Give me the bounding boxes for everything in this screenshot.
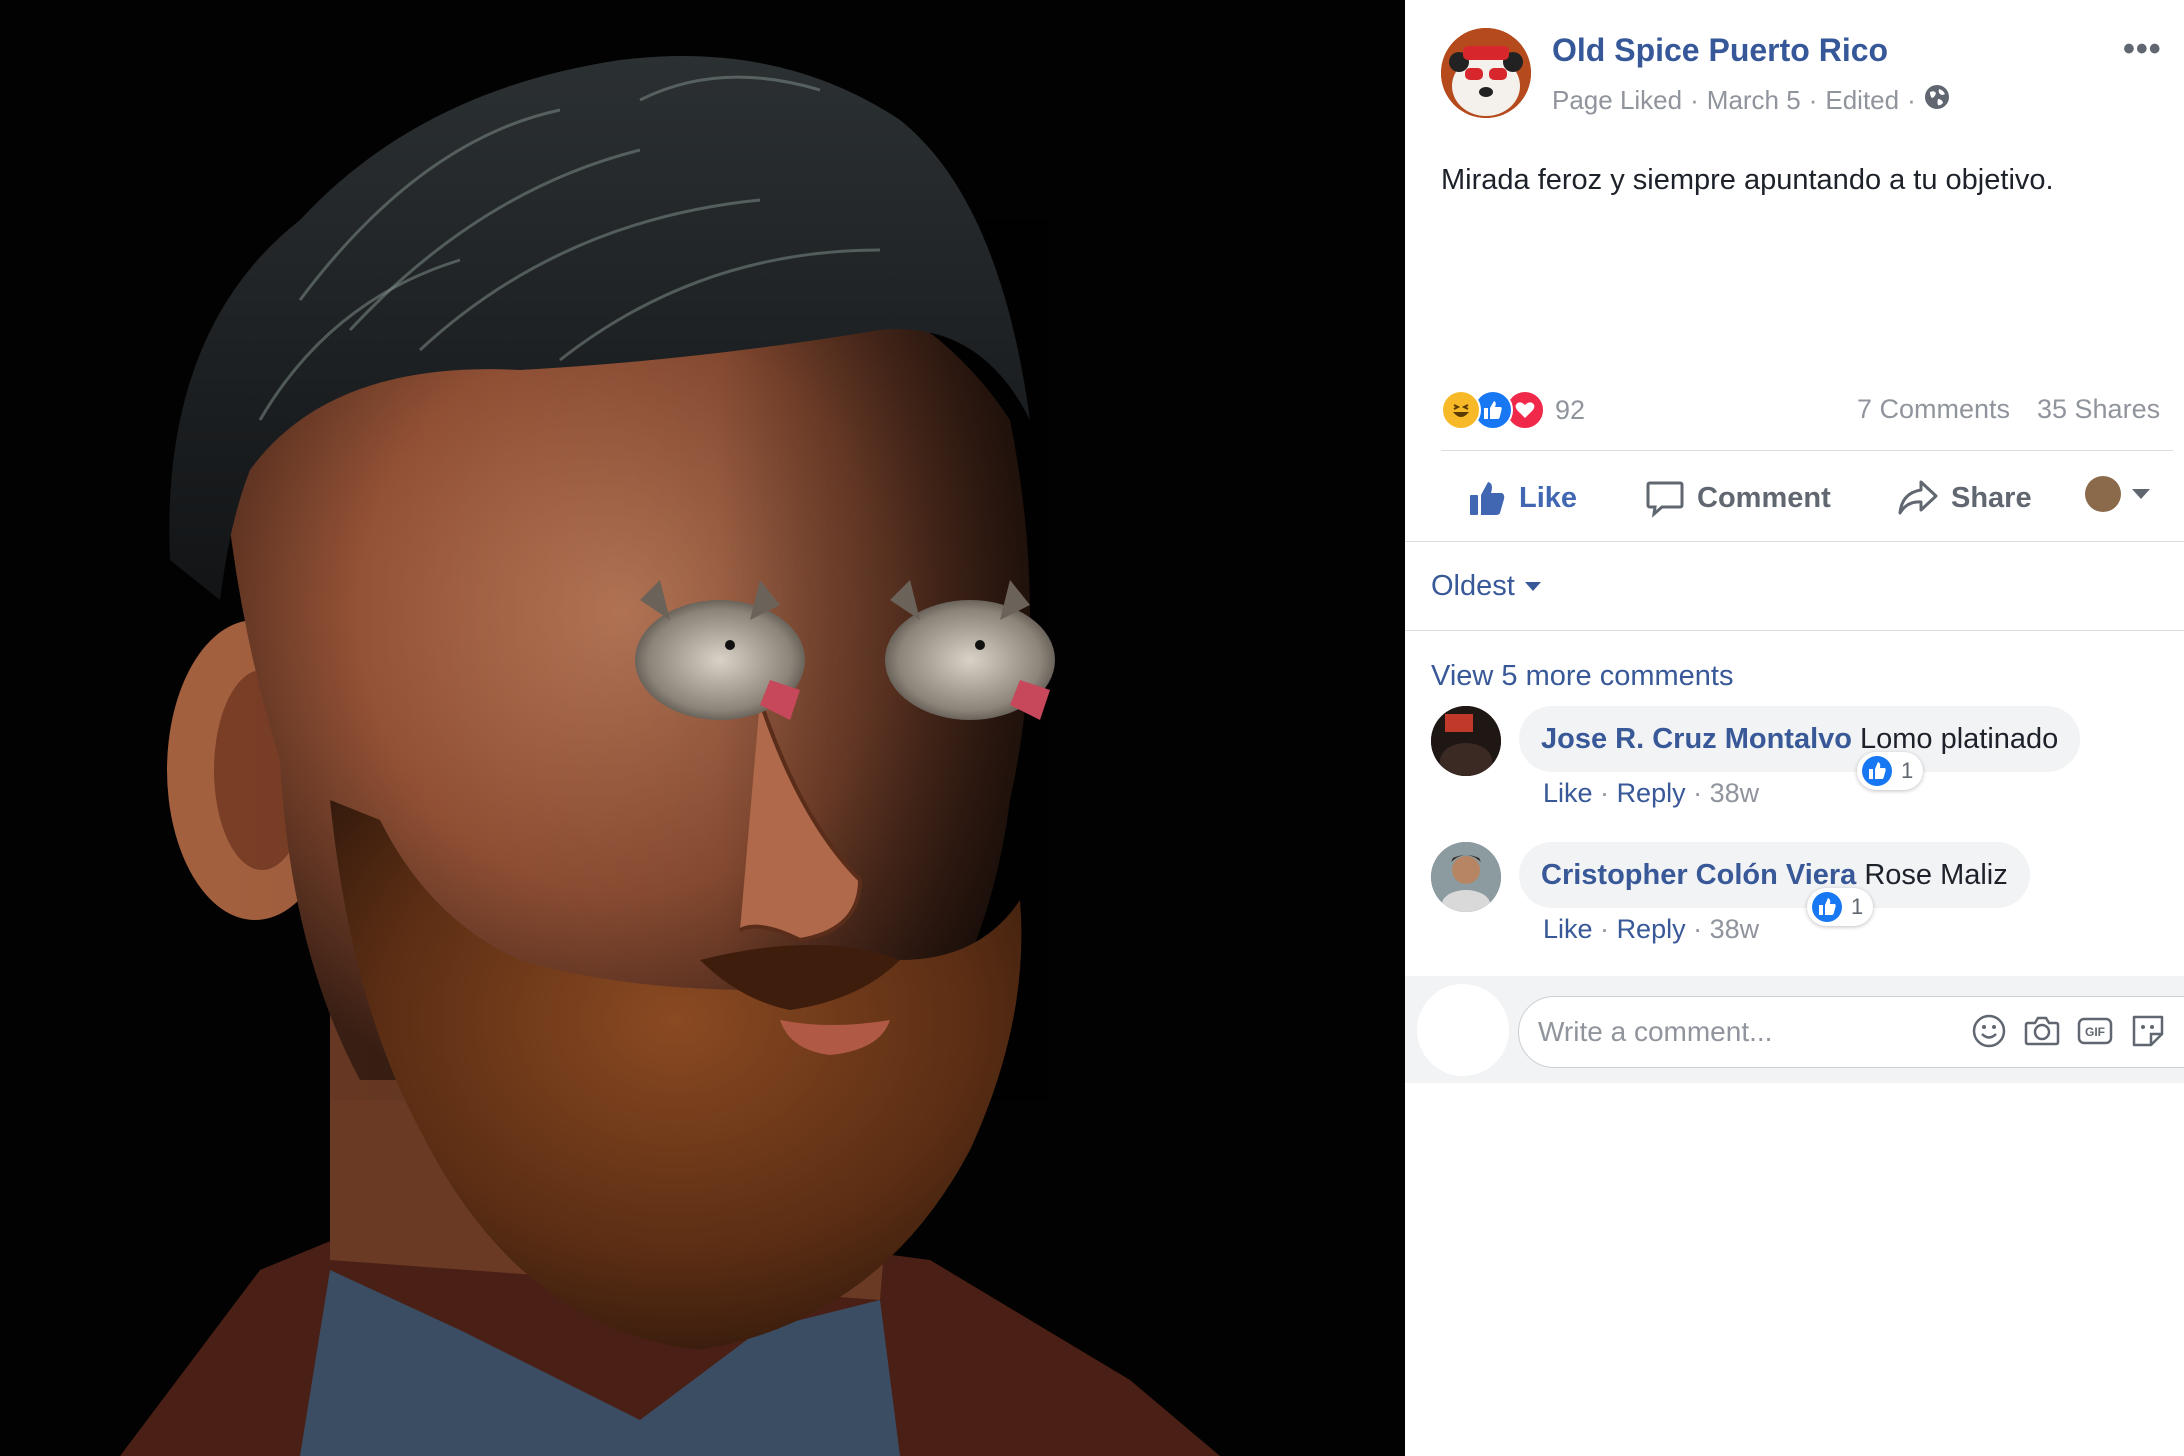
comment-button[interactable]: Comment [1645,470,1831,526]
comment-input-placeholder: Write a comment... [1538,1016,1773,1047]
gif-icon[interactable]: GIF [2076,1012,2114,1050]
comment-as-selector[interactable] [2085,476,2151,512]
page-liked-label: Page Liked [1552,85,1683,115]
comments-count-link[interactable]: 7 Comments [1857,394,2010,425]
comment-author-link[interactable]: Jose R. Cruz Montalvo [1541,723,1852,756]
comment-timestamp[interactable]: 38w [1710,914,1760,944]
haha-icon [1441,390,1481,430]
action-separator: · [1693,914,1703,944]
post-photo[interactable] [0,0,1405,1456]
commenter-avatar[interactable] [1431,706,1501,776]
reactions-summary[interactable]: 92 [1441,390,1585,430]
page-name-link[interactable]: Old Spice Puerto Rico [1552,32,1888,69]
share-label: Share [1951,481,2032,514]
shares-count-link[interactable]: 35 Shares [2037,394,2160,425]
sticker-icon[interactable] [2129,1012,2167,1050]
post-text: Mirada feroz y siempre apuntando a tu ob… [1441,164,2054,196]
action-separator: · [1600,914,1610,944]
comment-timestamp[interactable]: 38w [1710,778,1760,808]
meta-separator: · [1808,85,1818,115]
comment-sort-dropdown[interactable]: Oldest [1431,570,1541,603]
composer-avatar [1417,984,1509,1076]
divider [1441,450,2173,451]
commenter-avatar[interactable] [1431,842,1501,912]
comment-like-count: 1 [1851,894,1864,919]
portrait-illustration [0,0,1405,1456]
comment-actions: Like · Reply · 38w [1543,778,1759,809]
comment-text: Lomo platinado [1860,722,2059,755]
more-options-button[interactable]: ••• [2123,30,2162,69]
camera-icon[interactable] [2023,1012,2061,1050]
edited-label[interactable]: Edited [1825,85,1899,116]
comment-bubble: Jose R. Cruz Montalvo Lomo platinado [1519,706,2081,772]
meta-separator: · [1690,85,1699,115]
divider [1405,630,2184,631]
comment-reply-link[interactable]: Reply [1617,778,1686,808]
thumbs-up-icon [1470,482,1505,515]
share-button[interactable]: Share [1897,470,2032,526]
comment-label: Comment [1697,481,1831,514]
reaction-count: 92 [1555,394,1586,425]
comment-like-badge[interactable]: 1 [1857,752,1924,790]
post-meta: Page Liked · March 5 · Edited · [1552,84,1950,117]
action-separator: · [1693,778,1703,808]
comment-bubble-icon [1646,481,1684,518]
meta-separator: · [1907,85,1916,115]
comment-author-link[interactable]: Cristopher Colón Viera [1541,859,1856,892]
like-icon [1862,756,1892,786]
comment-actions: Like · Reply · 38w [1543,914,1759,945]
share-arrow-icon [1898,480,1938,515]
svg-text:GIF: GIF [2085,1025,2105,1039]
caret-down-icon [1524,581,1541,591]
comment-like-link[interactable]: Like [1543,778,1593,808]
divider [1405,541,2184,542]
comment-like-link[interactable]: Like [1543,914,1593,944]
comment-bubble: Cristopher Colón Viera Rose Maliz [1519,842,2030,908]
sort-label: Oldest [1431,570,1515,602]
viewer-avatar [2085,476,2121,512]
view-more-comments-link[interactable]: View 5 more comments [1431,660,1733,693]
chevron-down-icon [2132,489,2150,499]
comment-like-badge[interactable]: 1 [1807,888,1874,926]
action-separator: · [1600,778,1610,808]
like-icon [1812,892,1842,922]
like-button[interactable]: Like [1467,470,1577,526]
emoji-icon[interactable] [1970,1012,2008,1050]
like-label: Like [1519,481,1578,514]
comment-text[interactable]: Rose Maliz [1864,859,2007,892]
globe-icon[interactable] [1924,84,1950,117]
post-date-link[interactable]: March 5 [1707,85,1801,116]
comment-reply-link[interactable]: Reply [1617,914,1686,944]
post-detail-panel: Old Spice Puerto Rico Page Liked · March… [1405,0,2184,1456]
comment-like-count: 1 [1901,758,1914,783]
panda-logo-icon [1441,28,1531,118]
page-avatar[interactable] [1441,28,1531,118]
